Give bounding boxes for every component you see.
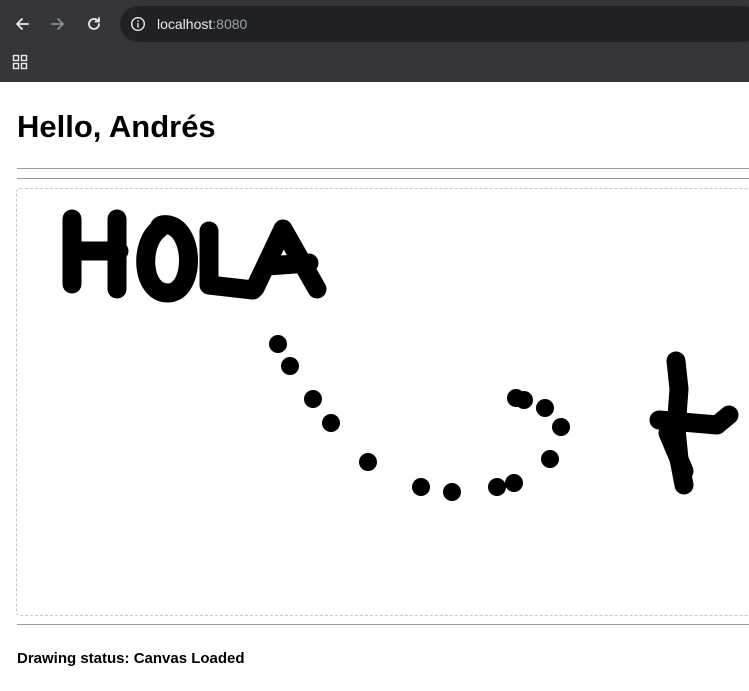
info-icon[interactable] [130,16,146,32]
address-bar[interactable]: localhost:8080 [120,6,749,42]
back-arrow-icon [16,18,29,30]
drawing-status: Drawing status: Canvas Loaded [17,650,245,668]
browser-toolbar: localhost:8080 [0,0,749,48]
bookmarks-bar [0,48,749,82]
reload-button[interactable] [82,12,106,36]
plus-sign-stroke [649,351,739,495]
page-content: Hello, Andrés Drawing status: Canvas Loa… [0,82,749,691]
browser-chrome: localhost:8080 [0,0,749,82]
divider [17,624,749,625]
hola-text-stroke [62,209,327,303]
reload-icon [88,17,100,30]
url-text: localhost:8080 [157,15,247,33]
drawing-canvas[interactable] [16,188,749,616]
back-button[interactable] [10,12,34,36]
url-port: :8080 [212,16,248,32]
dotted-curve-stroke [269,335,570,501]
status-value: Canvas Loaded [133,650,245,667]
apps-grid-icon[interactable] [12,54,28,70]
forward-button[interactable] [46,12,70,36]
divider [17,168,749,169]
url-host: localhost [157,16,213,32]
page-title: Hello, Andrés [17,109,216,144]
divider [17,178,749,179]
forward-arrow-icon [51,18,64,30]
drawing-surface [62,209,739,501]
status-label: Drawing status: [17,650,130,667]
